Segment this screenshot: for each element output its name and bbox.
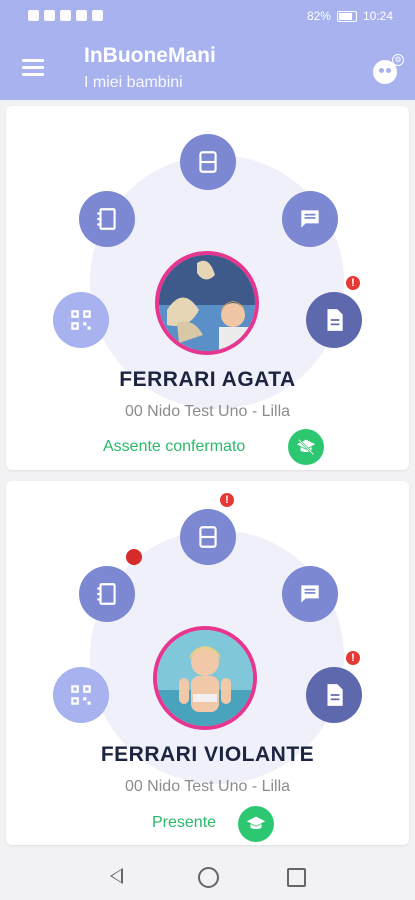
graduation-cap-icon — [246, 816, 266, 830]
wifi-icon — [44, 10, 55, 21]
message-icon — [301, 210, 319, 228]
calendar-badge: ! — [218, 491, 236, 509]
calendar-button[interactable] — [180, 509, 236, 565]
diary-notification-dot — [126, 549, 142, 565]
mail-icon — [92, 10, 103, 21]
documents-button[interactable] — [306, 292, 362, 348]
diary-button[interactable] — [79, 566, 135, 622]
app-title: InBuoneMani — [84, 44, 216, 67]
page-subtitle: I miei bambini — [84, 74, 183, 91]
back-nav-icon[interactable] — [110, 868, 123, 884]
qr-button[interactable] — [53, 667, 109, 723]
messages-button[interactable] — [282, 566, 338, 622]
status-icons — [28, 10, 103, 21]
document-icon — [327, 684, 343, 706]
message-icon — [301, 585, 319, 603]
status-bar: 82% 10:24 — [0, 0, 415, 34]
documents-badge: ! — [344, 274, 362, 292]
battery-icon — [336, 10, 357, 22]
avatar — [155, 251, 259, 355]
attendance-status-button[interactable] — [288, 429, 324, 465]
child-school: 00 Nido Test Uno - Lilla — [124, 403, 291, 420]
child-name: FERRARI VIOLANTE — [100, 743, 315, 766]
clock: 10:24 — [362, 9, 393, 23]
attendance-status: Presente — [152, 814, 217, 831]
document-icon — [327, 309, 343, 331]
menu-icon[interactable] — [22, 59, 44, 76]
battery-percent: 82% — [306, 9, 331, 23]
diary-button[interactable] — [79, 191, 135, 247]
graduation-cap-off-icon — [296, 438, 316, 456]
home-nav-icon[interactable] — [198, 867, 219, 888]
qr-code-icon — [71, 685, 91, 705]
documents-badge: ! — [344, 649, 362, 667]
notebook-icon — [97, 583, 116, 605]
calendar-icon — [199, 526, 217, 548]
notebook-icon — [97, 208, 116, 230]
bluetooth-icon — [76, 10, 87, 21]
child-name: FERRARI AGATA — [119, 368, 296, 391]
avatar — [153, 626, 257, 730]
calendar-button[interactable] — [180, 134, 236, 190]
attendance-status-button[interactable] — [238, 806, 274, 842]
attendance-status: Assente confermato — [103, 438, 246, 455]
child-photo — [159, 255, 255, 351]
child-card: ! FERRARI AGATA 00 Nido Test Uno - Lilla… — [6, 106, 409, 470]
child-card: ! ! FERRARI VIOLANTE 00 Nido Test Uno - … — [6, 481, 409, 845]
child-photo — [157, 630, 253, 726]
app-bar: InBuoneMani I miei bambini ⚙ — [0, 34, 415, 100]
calendar-icon — [199, 151, 217, 173]
system-nav-bar — [0, 852, 415, 900]
child-school: 00 Nido Test Uno - Lilla — [124, 778, 291, 795]
face-settings-badge: ⚙ — [392, 54, 404, 66]
qr-code-icon — [71, 310, 91, 330]
qr-button[interactable] — [53, 292, 109, 348]
documents-button[interactable] — [306, 667, 362, 723]
nfc-icon — [60, 10, 71, 21]
recent-apps-nav-icon[interactable] — [287, 868, 306, 887]
sim-icon — [28, 10, 39, 21]
messages-button[interactable] — [282, 191, 338, 247]
